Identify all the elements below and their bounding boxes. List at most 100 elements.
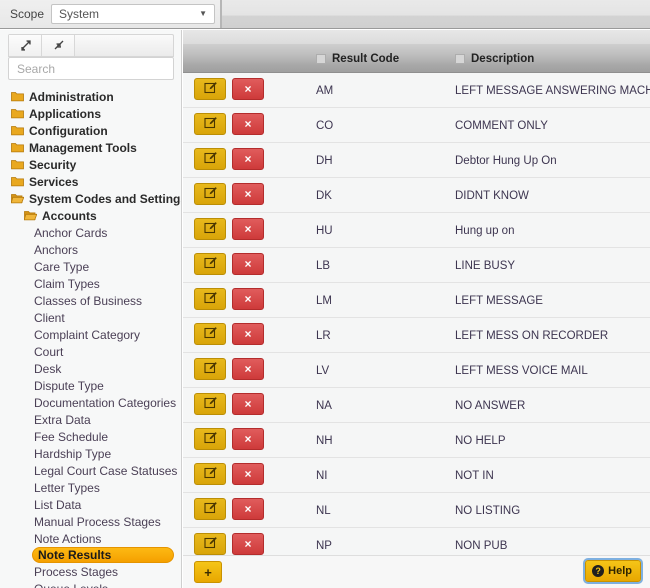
table-row[interactable]: ×NHNO HELP: [183, 423, 650, 458]
cell-description: Debtor Hung Up On: [455, 143, 650, 178]
sidebar-item-accounts[interactable]: Accounts: [11, 207, 181, 224]
edit-row-button[interactable]: [194, 183, 226, 205]
column-checkbox-description[interactable]: [455, 54, 465, 64]
sidebar-item-anchor-cards[interactable]: Anchor Cards: [11, 224, 181, 241]
folder-closed-icon: [11, 91, 29, 102]
delete-row-button[interactable]: ×: [232, 288, 264, 310]
delete-row-button[interactable]: ×: [232, 218, 264, 240]
edit-row-button[interactable]: [194, 78, 226, 100]
sidebar-item-dispute-type[interactable]: Dispute Type: [11, 377, 181, 394]
table-row[interactable]: ×NINOT IN: [183, 458, 650, 493]
table-row[interactable]: ×DHDebtor Hung Up On: [183, 143, 650, 178]
table-row[interactable]: ×NANO ANSWER: [183, 388, 650, 423]
delete-row-button[interactable]: ×: [232, 148, 264, 170]
cell-result-code: LV: [316, 353, 329, 388]
sidebar-item-configuration[interactable]: Configuration: [11, 122, 181, 139]
column-header-result-code[interactable]: Result Code: [316, 44, 399, 73]
edit-row-button[interactable]: [194, 288, 226, 310]
sidebar-item-note-results[interactable]: Note Results: [32, 547, 174, 563]
add-record-button[interactable]: +: [194, 561, 222, 583]
row-actions: ×: [194, 393, 264, 415]
scope-label: Scope: [10, 7, 44, 21]
table-row[interactable]: ×LBLINE BUSY: [183, 248, 650, 283]
table-row[interactable]: ×NLNO LISTING: [183, 493, 650, 528]
delete-row-button[interactable]: ×: [232, 498, 264, 520]
sidebar-item-list-data[interactable]: List Data: [11, 496, 181, 513]
sidebar-item-extra-data[interactable]: Extra Data: [11, 411, 181, 428]
cell-result-code: CO: [316, 108, 333, 143]
edit-row-button[interactable]: [194, 463, 226, 485]
sidebar-item-desk[interactable]: Desk: [11, 360, 181, 377]
row-actions: ×: [194, 183, 264, 205]
sidebar-item-documentation-categories[interactable]: Documentation Categories: [11, 394, 181, 411]
navigation-tree: AdministrationApplicationsConfigurationM…: [0, 88, 181, 588]
expand-all-button[interactable]: [9, 35, 42, 56]
delete-row-button[interactable]: ×: [232, 323, 264, 345]
edit-row-button[interactable]: [194, 533, 226, 555]
pencil-square-icon: [204, 431, 217, 447]
table-row[interactable]: ×DKDIDNT KNOW: [183, 178, 650, 213]
sidebar-item-fee-schedule[interactable]: Fee Schedule: [11, 428, 181, 445]
edit-row-button[interactable]: [194, 113, 226, 135]
edit-row-button[interactable]: [194, 393, 226, 415]
delete-row-button[interactable]: ×: [232, 428, 264, 450]
sidebar-item-classes-of-business[interactable]: Classes of Business: [11, 292, 181, 309]
sidebar-item-queue-levels[interactable]: Queue Levels: [11, 580, 181, 588]
edit-row-button[interactable]: [194, 218, 226, 240]
sidebar-item-court[interactable]: Court: [11, 343, 181, 360]
table-row[interactable]: ×AMLEFT MESSAGE ANSWERING MACHINE: [183, 73, 650, 108]
sidebar-item-manual-process-stages[interactable]: Manual Process Stages: [11, 513, 181, 530]
sidebar-item-claim-types[interactable]: Claim Types: [11, 275, 181, 292]
delete-row-button[interactable]: ×: [232, 253, 264, 275]
edit-row-button[interactable]: [194, 498, 226, 520]
edit-row-button[interactable]: [194, 323, 226, 345]
edit-row-button[interactable]: [194, 253, 226, 275]
delete-row-button[interactable]: ×: [232, 358, 264, 380]
edit-row-button[interactable]: [194, 358, 226, 380]
sidebar-item-services[interactable]: Services: [11, 173, 181, 190]
column-checkbox-result-code[interactable]: [316, 54, 326, 64]
collapse-all-button[interactable]: [42, 35, 75, 56]
sidebar-item-complaint-category[interactable]: Complaint Category: [11, 326, 181, 343]
table-row[interactable]: ×COCOMMENT ONLY: [183, 108, 650, 143]
delete-row-button[interactable]: ×: [232, 183, 264, 205]
sidebar-item-legal-court-case-statuses[interactable]: Legal Court Case Statuses: [11, 462, 181, 479]
sidebar-item-process-stages[interactable]: Process Stages: [11, 563, 181, 580]
sidebar-item-letter-types[interactable]: Letter Types: [11, 479, 181, 496]
cell-description: LEFT MESSAGE ANSWERING MACHINE: [455, 73, 650, 108]
sidebar-item-label: Classes of Business: [34, 294, 142, 308]
delete-row-button[interactable]: ×: [232, 78, 264, 100]
column-header-description[interactable]: Description: [455, 44, 534, 73]
sidebar-item-administration[interactable]: Administration: [11, 88, 181, 105]
sidebar-item-system-codes-and-settings[interactable]: System Codes and Settings: [11, 190, 181, 207]
folder-open-icon: [11, 193, 29, 204]
cell-description: LEFT MESS ON RECORDER: [455, 318, 650, 353]
scope-dropdown[interactable]: System ▼: [51, 4, 215, 24]
sidebar-item-client[interactable]: Client: [11, 309, 181, 326]
sidebar-item-hardship-type[interactable]: Hardship Type: [11, 445, 181, 462]
help-button[interactable]: ? Help: [585, 560, 641, 582]
sidebar-item-label: Hardship Type: [34, 447, 111, 461]
delete-row-button[interactable]: ×: [232, 393, 264, 415]
pencil-square-icon: [204, 361, 217, 377]
edit-row-button[interactable]: [194, 148, 226, 170]
table-row[interactable]: ×LMLEFT MESSAGE: [183, 283, 650, 318]
table-row[interactable]: ×LRLEFT MESS ON RECORDER: [183, 318, 650, 353]
table-row[interactable]: ×LVLEFT MESS VOICE MAIL: [183, 353, 650, 388]
sidebar-item-note-actions[interactable]: Note Actions: [11, 530, 181, 547]
delete-row-button[interactable]: ×: [232, 113, 264, 135]
folder-closed-icon: [11, 125, 29, 136]
edit-row-button[interactable]: [194, 428, 226, 450]
sidebar-item-anchors[interactable]: Anchors: [11, 241, 181, 258]
sidebar-item-security[interactable]: Security: [11, 156, 181, 173]
column-header-label: Description: [471, 53, 534, 65]
sidebar-item-care-type[interactable]: Care Type: [11, 258, 181, 275]
search-placeholder: Search: [17, 62, 55, 76]
sidebar-item-applications[interactable]: Applications: [11, 105, 181, 122]
delete-row-button[interactable]: ×: [232, 463, 264, 485]
cell-description: NO HELP: [455, 423, 650, 458]
sidebar-item-management-tools[interactable]: Management Tools: [11, 139, 181, 156]
table-row[interactable]: ×HUHung up on: [183, 213, 650, 248]
delete-row-button[interactable]: ×: [232, 533, 264, 555]
tree-search-input[interactable]: Search: [8, 57, 174, 80]
